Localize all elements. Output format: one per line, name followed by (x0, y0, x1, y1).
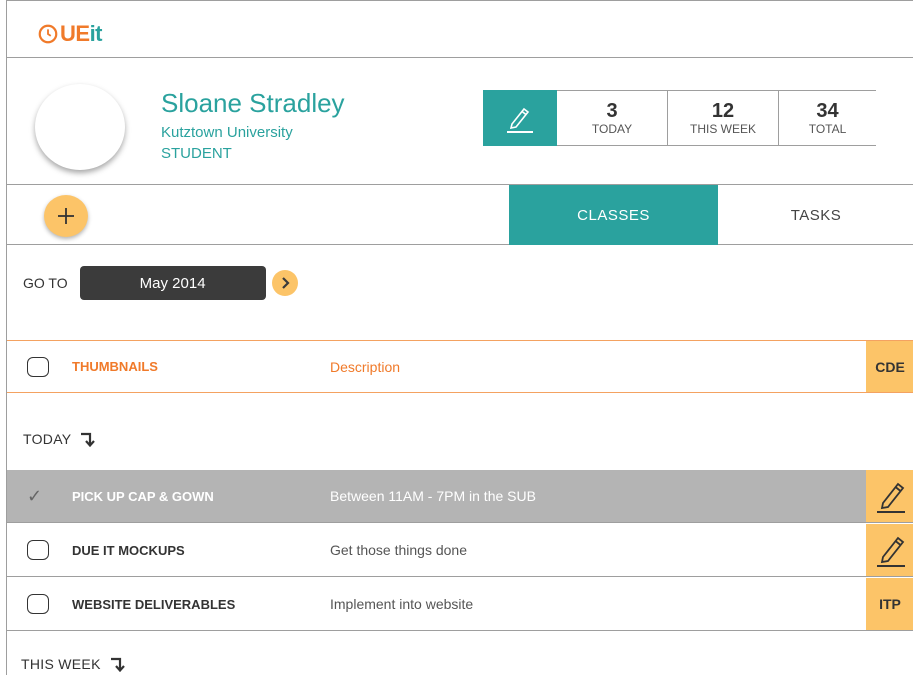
profile-school: Kutztown University (161, 124, 293, 141)
stat-total-value: 34 (816, 100, 839, 122)
task-description: Get those things done (330, 542, 467, 558)
task-title: DUE IT MOCKUPS (72, 542, 185, 558)
pencil-icon (877, 482, 905, 513)
stat-this-week-value: 12 (711, 100, 735, 122)
app-logo[interactable]: UE it (37, 21, 103, 47)
goto-bar: GO TO May 2014 (23, 266, 298, 300)
edit-profile-button[interactable] (483, 90, 557, 146)
section-this-week[interactable]: THIS WEEK (21, 656, 125, 672)
logo-text-due: UE (60, 21, 90, 46)
pencil-icon (507, 107, 533, 133)
task-row[interactable]: ✓ PICK UP CAP & GOWN Between 11AM - 7PM … (7, 470, 913, 523)
tab-classes[interactable]: CLASSES (509, 185, 718, 245)
plus-icon (58, 208, 74, 224)
stat-today-value: 3 (606, 100, 618, 122)
stat-total-label: TOTAL (808, 122, 847, 136)
profile-panel: Sloane Stradley Kutztown University STUD… (7, 58, 913, 185)
stat-today-label: TODAY (591, 122, 633, 136)
task-description: Implement into website (330, 596, 474, 612)
pencil-icon (877, 536, 905, 567)
header-title: THUMBNAILS (72, 359, 158, 374)
goto-label: GO TO (23, 275, 68, 291)
task-checkbox[interactable] (27, 594, 49, 614)
header-description: Description (330, 358, 401, 375)
header-tag[interactable]: CDE (866, 341, 913, 392)
edit-task-button[interactable] (866, 470, 913, 522)
stat-this-week-label: THIS WEEK (689, 122, 756, 136)
stats-bar: 3 TODAY 12 THIS WEEK 34 TOTAL (483, 90, 876, 146)
section-this-week-label: THIS WEEK (21, 656, 101, 672)
turn-down-arrow-icon (81, 432, 96, 447)
chevron-right-icon (281, 277, 290, 289)
turn-down-arrow-icon (110, 657, 125, 672)
goto-next-button[interactable] (271, 270, 298, 296)
stat-this-week[interactable]: 12 THIS WEEK (668, 90, 779, 146)
section-today-label: TODAY (23, 431, 72, 447)
section-today[interactable]: TODAY (23, 431, 96, 447)
app-frame: UE it Sloane Stradley Kutztown University… (6, 0, 913, 675)
profile-role: STUDENT (161, 145, 232, 162)
tab-bar: CLASSES TASKS (7, 185, 913, 245)
edit-task-button[interactable] (866, 524, 913, 576)
stat-today[interactable]: 3 TODAY (557, 90, 668, 146)
profile-name: Sloane Stradley (161, 88, 345, 118)
task-checkbox[interactable] (27, 540, 49, 560)
task-description: Between 11AM - 7PM in the SUB (330, 488, 536, 504)
logo-text-it: it (89, 21, 103, 46)
task-row[interactable]: WEBSITE DELIVERABLES Implement into webs… (7, 578, 913, 631)
task-title: WEBSITE DELIVERABLES (72, 596, 236, 612)
tab-tasks[interactable]: TASKS (718, 185, 913, 245)
clock-logo-icon (38, 24, 58, 44)
task-tag[interactable]: ITP (866, 578, 913, 630)
avatar[interactable] (35, 84, 125, 170)
select-all-checkbox[interactable] (27, 356, 49, 377)
goto-date-select[interactable]: May 2014 (79, 266, 266, 300)
logo-bar: UE it (7, 1, 913, 58)
task-title: PICK UP CAP & GOWN (72, 488, 214, 504)
stat-total[interactable]: 34 TOTAL (779, 90, 876, 146)
checkmark-icon[interactable]: ✓ (27, 486, 42, 507)
list-header-row: THUMBNAILS Description CDE (7, 340, 913, 393)
add-button[interactable] (44, 195, 88, 237)
task-row[interactable]: DUE IT MOCKUPS Get those things done (7, 524, 913, 577)
